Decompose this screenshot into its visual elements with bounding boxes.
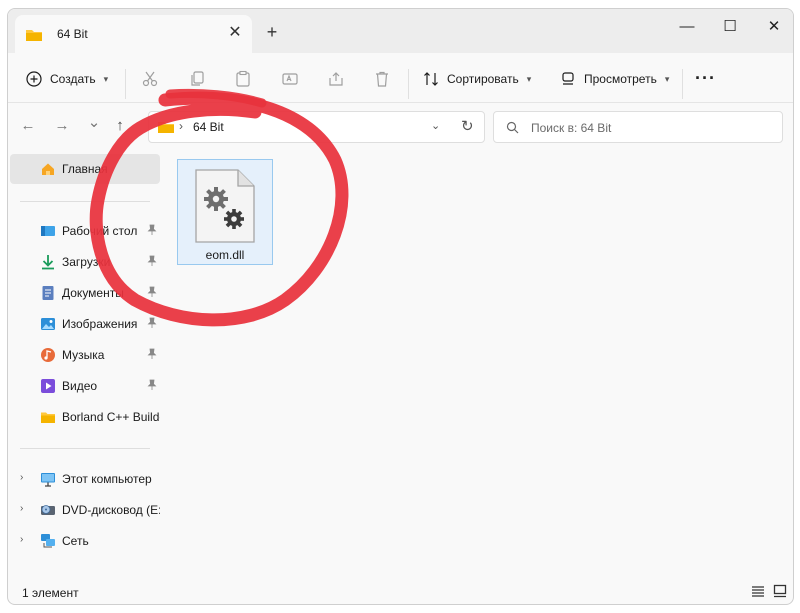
dll-file-icon <box>194 168 256 247</box>
chevron-down-icon: ▾ <box>526 73 532 84</box>
music-icon <box>40 347 56 363</box>
sidebar-divider <box>20 201 150 202</box>
folder-icon <box>157 120 175 137</box>
sidebar-item-label: Документы <box>62 286 124 300</box>
more-options-button[interactable]: ··· <box>695 69 716 87</box>
search-input[interactable]: Поиск в: 64 Bit <box>493 111 783 143</box>
sidebar-item-downloads[interactable]: Загрузки <box>10 247 160 277</box>
breadcrumb-64bit[interactable]: 64 Bit <box>193 120 224 134</box>
documents-icon <box>40 285 56 301</box>
sort-icon <box>424 72 438 86</box>
file-name: eom.dll <box>205 248 245 262</box>
sort-label: Сортировать <box>447 72 519 86</box>
folder-icon <box>25 28 43 45</box>
desktop-icon <box>40 223 56 239</box>
sidebar-item-label: Изображения <box>62 317 138 331</box>
new-tab-button[interactable]: + <box>261 21 283 43</box>
computer-icon <box>40 471 56 487</box>
refresh-button[interactable]: ↻ <box>461 117 474 135</box>
back-button[interactable]: ← <box>18 117 38 134</box>
sidebar-item-home[interactable]: Главная <box>10 154 160 184</box>
pictures-icon <box>40 316 56 332</box>
forward-button[interactable]: → <box>52 117 72 134</box>
sidebar-item-dvd[interactable]: › DVD-дисковод (E:) <box>10 495 160 525</box>
downloads-icon <box>40 254 56 270</box>
paste-icon[interactable] <box>234 70 254 90</box>
tab-64bit[interactable]: 64 Bit ✕ <box>15 15 252 53</box>
sidebar-item-label: Borland C++ Builder <box>62 410 160 424</box>
rename-icon[interactable] <box>281 70 301 90</box>
sidebar-item-label: Сеть <box>62 534 89 548</box>
minimize-button[interactable]: — <box>664 11 710 43</box>
up-button[interactable]: ↑ <box>110 117 130 134</box>
pin-icon[interactable] <box>147 348 157 363</box>
address-dropdown-button[interactable]: ⌄ <box>431 119 440 132</box>
sidebar-item-label: DVD-дисковод (E:) <box>62 503 160 517</box>
sidebar-item-network[interactable]: › Сеть <box>10 526 160 556</box>
toolbar-divider <box>682 69 683 99</box>
sidebar-item-music[interactable]: Музыка <box>10 340 160 370</box>
pin-icon[interactable] <box>147 317 157 332</box>
maximize-button[interactable]: ☐ <box>707 11 753 43</box>
chevron-down-icon: ▾ <box>103 73 109 84</box>
tab-close-button[interactable]: ✕ <box>224 22 246 44</box>
search-placeholder: Поиск в: 64 Bit <box>531 121 612 135</box>
sidebar-item-label: Этот компьютер <box>62 472 152 486</box>
expand-chevron-icon[interactable]: › <box>20 503 23 514</box>
new-button[interactable]: Создать ▾ <box>26 65 108 93</box>
expand-chevron-icon[interactable]: › <box>20 472 23 483</box>
sidebar-item-borland[interactable]: Borland C++ Builder <box>10 402 160 432</box>
sidebar-item-label: Видео <box>62 379 98 393</box>
plus-circle-icon <box>26 71 42 87</box>
sort-button[interactable]: Сортировать ▾ <box>423 65 531 93</box>
sidebar-item-label: Музыка <box>62 348 105 362</box>
sidebar-item-label: Загрузки <box>62 255 111 269</box>
large-icons-view-icon[interactable] <box>773 584 787 601</box>
chevron-down-icon: ▾ <box>664 73 670 84</box>
pin-icon[interactable] <box>147 224 157 239</box>
video-icon <box>40 378 56 394</box>
explorer-window: 64 Bit ✕ + — ☐ ✕ Создать ▾ Сортировать ▾… <box>7 8 794 605</box>
sidebar-item-video[interactable]: Видео <box>10 371 160 401</box>
cut-icon[interactable] <box>141 70 161 90</box>
pin-icon[interactable] <box>147 255 157 270</box>
view-label: Просмотреть <box>584 72 657 86</box>
sidebar-divider <box>20 448 150 449</box>
new-label: Создать <box>50 72 96 86</box>
command-bar: Создать ▾ Сортировать ▾ Просмотреть ▾ ··… <box>8 53 793 103</box>
search-icon <box>506 121 519 137</box>
recent-locations-button[interactable]: ⌄ <box>84 113 104 131</box>
address-bar[interactable]: › 64 Bit ⌄ ↻ <box>148 111 485 143</box>
tab-title: 64 Bit <box>57 27 88 41</box>
delete-icon[interactable] <box>373 70 393 90</box>
sidebar-item-pictures[interactable]: Изображения <box>10 309 160 339</box>
view-icon <box>562 72 574 85</box>
status-item-count: 1 элемент <box>22 586 79 600</box>
dvd-icon <box>40 502 56 518</box>
network-icon <box>40 533 56 549</box>
sidebar-item-label: Рабочий стол <box>62 224 138 238</box>
title-bar: 64 Bit ✕ + — ☐ ✕ <box>8 9 793 53</box>
view-button[interactable]: Просмотреть ▾ <box>560 65 669 93</box>
share-icon[interactable] <box>327 70 347 90</box>
file-item-eom-dll[interactable]: eom.dll <box>177 159 273 265</box>
sidebar-item-label: Главная <box>62 162 108 176</box>
sidebar-item-this-pc[interactable]: › Этот компьютер <box>10 464 160 494</box>
expand-chevron-icon[interactable]: › <box>20 534 23 545</box>
home-icon <box>40 161 56 177</box>
copy-icon[interactable] <box>188 70 208 90</box>
sidebar-item-documents[interactable]: Документы <box>10 278 160 308</box>
details-view-icon[interactable] <box>751 584 765 601</box>
folder-icon <box>40 409 56 425</box>
toolbar-divider <box>408 69 409 99</box>
pin-icon[interactable] <box>147 379 157 394</box>
toolbar-divider <box>125 69 126 99</box>
pin-icon[interactable] <box>147 286 157 301</box>
sidebar-item-desktop[interactable]: Рабочий стол <box>10 216 160 246</box>
navigation-pane: Главная Рабочий стол Загрузки Документы <box>8 147 160 579</box>
close-button[interactable]: ✕ <box>751 11 793 43</box>
breadcrumb-separator: › <box>179 119 183 133</box>
